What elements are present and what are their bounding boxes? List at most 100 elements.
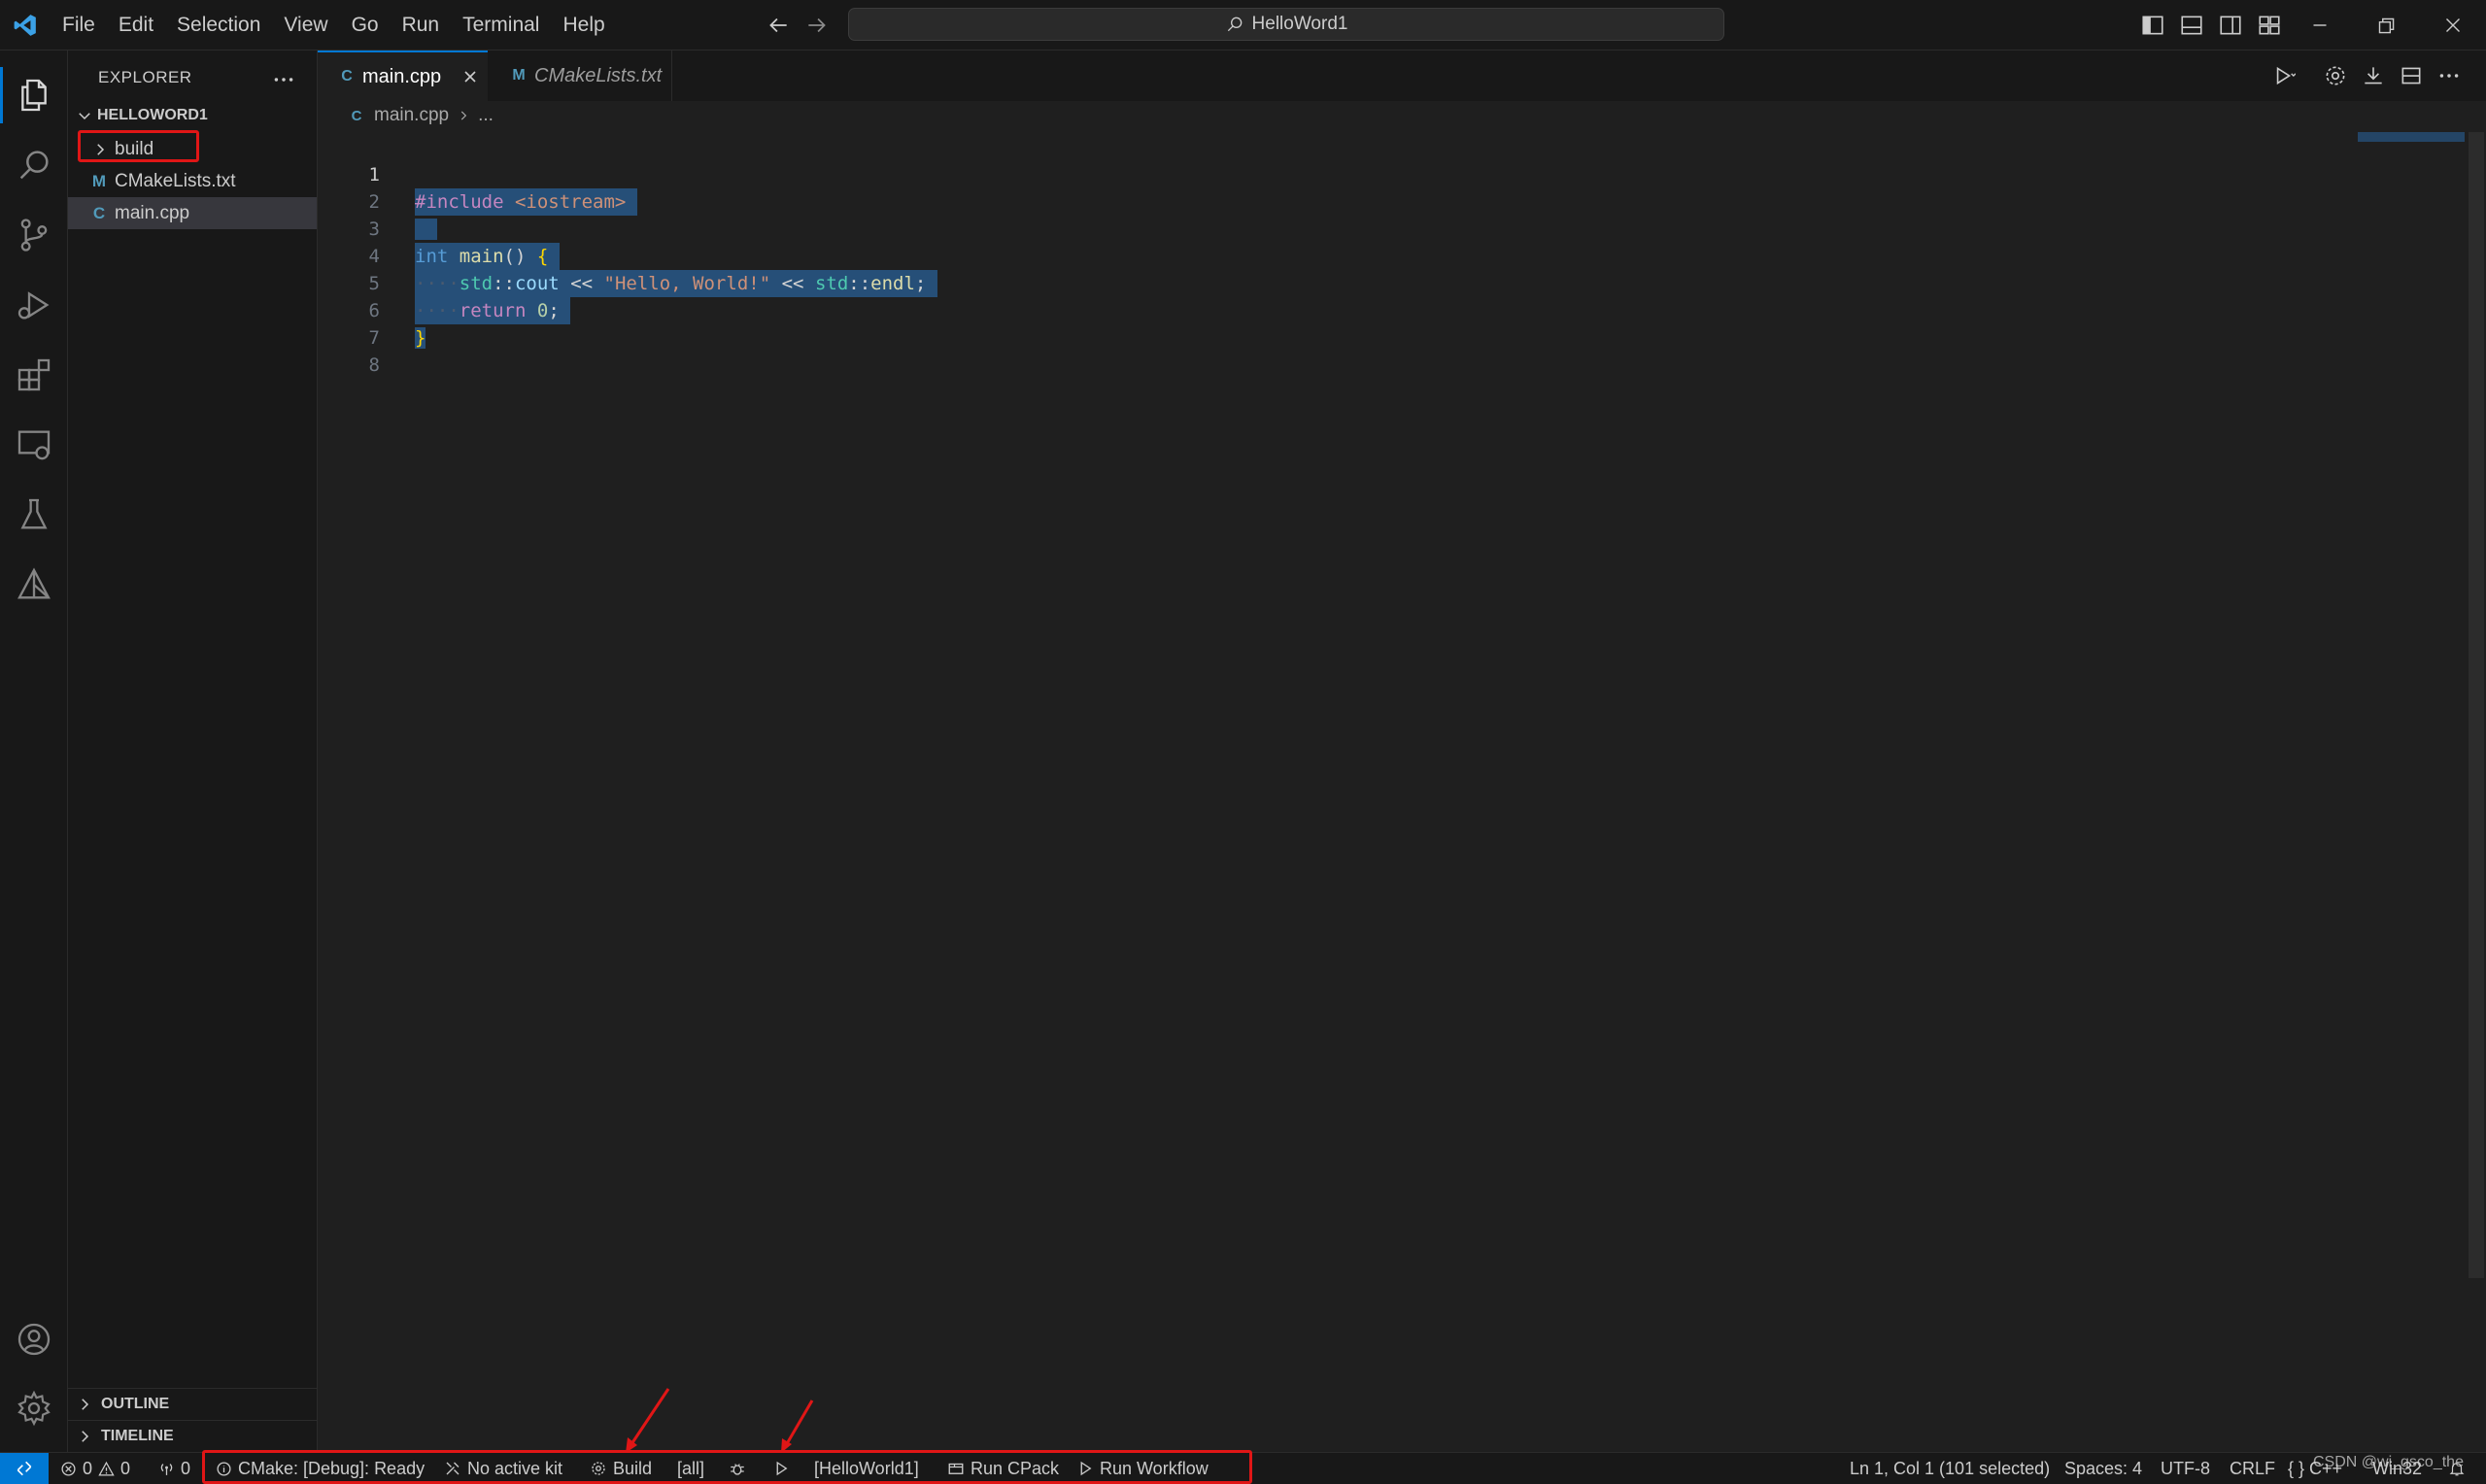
eol-item[interactable]: CRLF [2230, 1453, 2275, 1484]
breadcrumb: C main.cpp ... [347, 105, 494, 126]
annotation-arrow-icon [781, 1400, 814, 1453]
ports-count: 0 [181, 1458, 191, 1478]
back-arrow-icon[interactable] [766, 13, 791, 38]
warning-count: 0 [120, 1458, 131, 1478]
explorer-files-icon[interactable] [15, 76, 53, 115]
menu-selection[interactable]: Selection [165, 0, 272, 51]
breadcrumb-file[interactable]: main.cpp [374, 105, 449, 126]
menu-view[interactable]: View [272, 0, 339, 51]
problems-indicator[interactable]: 0 0 [60, 1453, 130, 1484]
sidebar-title: EXPLORER [98, 68, 192, 86]
error-icon [61, 1461, 76, 1476]
outline-section-header[interactable]: OUTLINE [68, 1388, 317, 1419]
activity-bar [0, 51, 68, 1452]
more-actions-icon[interactable] [2436, 63, 2462, 88]
close-tab-icon[interactable] [460, 67, 480, 86]
chevron-down-icon [79, 113, 90, 120]
code-line: 3 int main() { [318, 188, 1095, 270]
toggle-panel-icon[interactable] [2179, 13, 2204, 38]
timeline-label: TIMELINE [101, 1427, 174, 1444]
workspace-folder-name: HELLOWORD1 [97, 107, 208, 123]
code-line: 1 #include <iostream> [318, 134, 1095, 216]
testing-flask-icon[interactable] [15, 495, 53, 534]
tree-item-label: main.cpp [115, 202, 190, 223]
code-line: 7 [318, 297, 1095, 349]
watermark-text: CSDN @wi_gsco_the [2313, 1454, 2464, 1470]
cmake-icon[interactable] [15, 565, 53, 604]
workspace-folder-header[interactable]: HELLOWORD1 [76, 107, 208, 124]
build-folder-highlight [78, 130, 199, 162]
toggle-secondary-sidebar-icon[interactable] [2218, 13, 2243, 38]
error-count: 0 [83, 1458, 93, 1478]
source-control-icon[interactable] [15, 216, 53, 254]
forward-arrow-icon[interactable] [804, 13, 830, 38]
command-center-search[interactable]: HelloWord1 [848, 8, 1724, 41]
cmake-file-icon: M [91, 171, 107, 190]
close-window-icon[interactable] [2440, 13, 2466, 38]
tab-label: main.cpp [362, 65, 442, 87]
vscode-logo-icon[interactable] [13, 13, 38, 38]
search-icon [1227, 17, 1242, 32]
toggle-primary-sidebar-icon[interactable] [2140, 13, 2165, 38]
indentation-label: Spaces: 4 [2064, 1458, 2143, 1478]
broadcast-icon [160, 1463, 173, 1475]
menu-help[interactable]: Help [551, 0, 616, 51]
settings-gear-icon[interactable] [2323, 63, 2348, 88]
run-code-icon[interactable] [2270, 63, 2296, 88]
tab-cmakelists[interactable]: M CMakeLists.txt [488, 51, 672, 101]
menu-bar: File Edit Selection View Go Run Terminal… [51, 0, 617, 51]
timeline-section-header[interactable]: TIMELINE [68, 1420, 317, 1451]
remote-icon [17, 1461, 32, 1476]
code-line: 4 ····std::cout << "Hello, World!" << st… [318, 216, 1289, 297]
tab-main-cpp[interactable]: C main.cpp [318, 51, 488, 101]
line-number: 8 [368, 354, 380, 376]
tree-item-cmakelists[interactable]: M CMakeLists.txt [68, 165, 317, 197]
menu-run[interactable]: Run [391, 0, 452, 51]
outline-label: OUTLINE [101, 1395, 170, 1412]
restore-icon[interactable] [2373, 13, 2399, 38]
minimap[interactable] [2358, 132, 2465, 142]
split-editor-icon[interactable] [2399, 63, 2424, 88]
ports-indicator[interactable]: 0 [158, 1453, 190, 1484]
breadcrumb-symbols[interactable]: ... [478, 105, 494, 126]
title-bar: File Edit Selection View Go Run Terminal… [0, 0, 2486, 51]
search-icon[interactable] [15, 146, 53, 185]
menu-file[interactable]: File [51, 0, 107, 51]
indentation-item[interactable]: Spaces: 4 [2064, 1453, 2142, 1484]
cpp-file-icon: C [351, 107, 362, 124]
tree-item-label: CMakeLists.txt [115, 170, 236, 191]
chevron-right-icon [82, 1430, 89, 1442]
eol-label: CRLF [2230, 1458, 2276, 1478]
extensions-icon[interactable] [15, 355, 53, 394]
tab-label: CMakeLists.txt [534, 64, 663, 86]
more-actions-icon[interactable] [271, 67, 296, 92]
warning-icon [98, 1461, 115, 1476]
cpp-file-icon: C [341, 68, 353, 84]
encoding-label: UTF-8 [2161, 1458, 2210, 1478]
chevron-right-icon [460, 111, 467, 120]
remote-indicator-button[interactable] [0, 1453, 49, 1484]
editor-scrollbar[interactable] [2469, 132, 2484, 1278]
tree-item-main-cpp[interactable]: C main.cpp [68, 197, 317, 229]
settings-gear-icon[interactable] [15, 1389, 53, 1428]
command-center-label: HelloWord1 [1251, 14, 1348, 34]
menu-edit[interactable]: Edit [107, 0, 165, 51]
code-line: 6 } [318, 270, 1095, 349]
encoding-item[interactable]: UTF-8 [2161, 1453, 2210, 1484]
watermark: CSDN @wi_gsco_the [2313, 1447, 2464, 1478]
menu-terminal[interactable]: Terminal [451, 0, 551, 51]
editor-tab-bar: C main.cpp M CMakeLists.txt [318, 51, 2486, 101]
cursor-position[interactable]: Ln 1, Col 1 (101 selected) [1850, 1453, 2050, 1484]
menu-go[interactable]: Go [340, 0, 391, 51]
minimize-icon[interactable] [2307, 13, 2333, 38]
code-editor[interactable]: 1 #include <iostream> 2 3 int main() { 4… [318, 132, 2455, 1443]
accounts-icon[interactable] [15, 1320, 53, 1359]
download-icon[interactable] [2361, 63, 2386, 88]
annotation-arrow-icon [626, 1388, 670, 1453]
run-debug-icon[interactable] [15, 286, 53, 324]
explorer-sidebar: EXPLORER HELLOWORD1 build M CMakeLists.t… [68, 51, 318, 1452]
remote-explorer-icon[interactable] [15, 425, 53, 464]
code-line: 5 ····return 0; [318, 243, 1095, 324]
customize-layout-icon[interactable] [2257, 13, 2282, 38]
notifications-bell-icon[interactable] [2448, 1460, 2466, 1477]
